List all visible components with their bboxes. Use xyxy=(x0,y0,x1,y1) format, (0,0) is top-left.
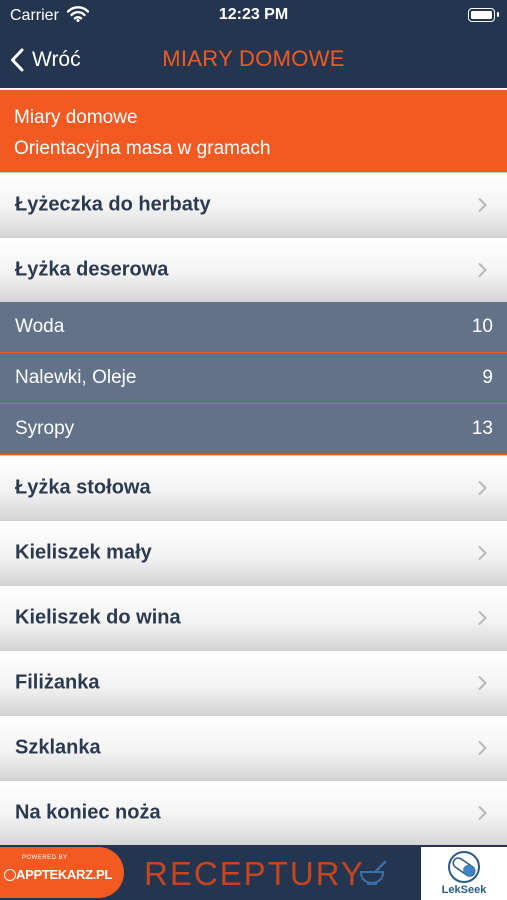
apptekarz-brand: APPTEKARZ.PL xyxy=(16,867,113,882)
detail-row: Syropy 13 xyxy=(0,404,507,455)
list-item-label: Filiżanka xyxy=(15,671,100,694)
detail-value: 9 xyxy=(482,367,493,388)
list-item-label: Kieliszek mały xyxy=(15,541,152,564)
list-item-label: Łyżeczka do herbaty xyxy=(15,193,211,216)
detail-name: Syropy xyxy=(15,418,75,439)
lekseek-brand: LekSeek xyxy=(441,884,487,896)
chevron-right-icon xyxy=(478,741,487,755)
chevron-right-icon xyxy=(478,611,487,625)
list-item[interactable]: Łyżeczka do herbaty xyxy=(0,172,507,237)
detail-row: Nalewki, Oleje 9 xyxy=(0,353,507,404)
powered-by-label: POWERED BY xyxy=(22,855,68,861)
header-subtitle: Orientacyjna masa w gramach xyxy=(14,138,271,159)
list-item[interactable]: Łyżka deserowa xyxy=(0,237,507,302)
detail-name: Nalewki, Oleje xyxy=(15,367,137,388)
chevron-right-icon xyxy=(478,263,487,277)
list-item-label: Na koniec noża xyxy=(15,801,161,824)
receptury-logo: RECEPTURY xyxy=(144,855,365,892)
navigation-bar: Wróć MIARY DOMOWE xyxy=(0,32,507,88)
list-item[interactable]: Łyżka stołowa xyxy=(0,455,507,520)
chevron-right-icon xyxy=(478,198,487,212)
footer-bar: POWERED BY APPTEKARZ.PL RECEPTURY LekSee… xyxy=(0,845,507,900)
detail-name: Woda xyxy=(15,316,65,337)
pill-icon xyxy=(448,851,480,883)
measures-list: Łyżeczka do herbaty Łyżka deserowa Woda … xyxy=(0,172,507,845)
battery-icon xyxy=(468,8,499,22)
detail-value: 10 xyxy=(471,316,493,337)
chevron-right-icon xyxy=(478,481,487,495)
header-title: Miary domowe xyxy=(14,107,138,128)
apptekarz-seal-icon xyxy=(4,869,16,881)
list-item-label: Łyżka deserowa xyxy=(15,258,169,281)
page-title: MIARY DOMOWE xyxy=(162,46,345,71)
list-item-label: Szklanka xyxy=(15,736,101,759)
list-item-label: Łyżka stołowa xyxy=(15,476,151,499)
status-bar: Carrier 12:23 PM xyxy=(0,0,507,32)
list-item[interactable]: Kieliszek mały xyxy=(0,520,507,585)
apptekarz-logo-button[interactable]: POWERED BY APPTEKARZ.PL xyxy=(0,847,124,898)
lekseek-logo-button[interactable]: LekSeek xyxy=(421,847,507,900)
list-item[interactable]: Na koniec noża xyxy=(0,780,507,845)
mortar-pestle-icon xyxy=(359,860,387,885)
section-header: Miary domowe Orientacyjna masa w gramach xyxy=(0,88,507,172)
list-item[interactable]: Szklanka xyxy=(0,715,507,780)
list-item[interactable]: Kieliszek do wina xyxy=(0,585,507,650)
chevron-right-icon xyxy=(478,676,487,690)
list-item-label: Kieliszek do wina xyxy=(15,606,181,629)
detail-value: 13 xyxy=(471,418,493,439)
chevron-right-icon xyxy=(478,806,487,820)
clock: 12:23 PM xyxy=(218,6,289,23)
detail-row: Woda 10 xyxy=(0,302,507,353)
chevron-right-icon xyxy=(478,546,487,560)
list-item[interactable]: Filiżanka xyxy=(0,650,507,715)
